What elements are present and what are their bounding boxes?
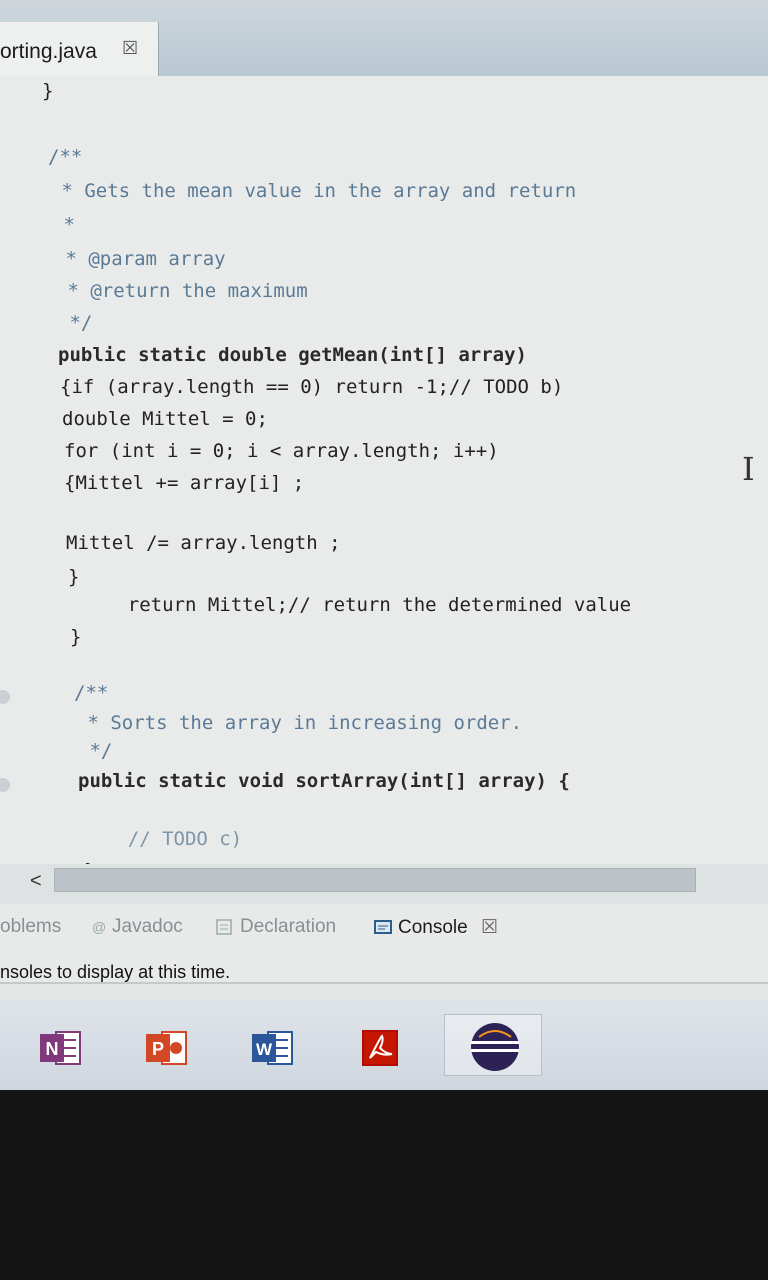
code-line: Mittel /= array.length ; <box>66 532 341 554</box>
tab-problems[interactable]: oblems <box>0 916 61 938</box>
scroll-left-arrow-icon[interactable]: < <box>30 870 42 893</box>
taskbar-powerpoint[interactable]: P <box>140 1020 196 1076</box>
onenote-letter: N <box>46 1039 59 1059</box>
bottom-views-panel: oblems @ Javadoc Declaration Console ☒ ns… <box>0 904 768 984</box>
tab-console[interactable]: Console ☒ <box>374 916 498 939</box>
monitor-bezel <box>0 1090 768 1280</box>
eclipse-icon <box>471 1023 519 1071</box>
desktop-screen: orting.java ☒ } /** * Gets the mean valu… <box>0 0 768 1090</box>
code-line: * <box>52 214 75 236</box>
console-message: nsoles to display at this time. <box>0 962 231 982</box>
code-line: * Gets the mean value in the array and r… <box>50 180 577 202</box>
fold-marker-icon[interactable] <box>0 690 10 704</box>
tab-declaration-label: Declaration <box>240 916 337 937</box>
code-line: public static void sortArray(int[] array… <box>78 770 570 792</box>
console-close-icon[interactable]: ☒ <box>481 917 498 938</box>
code-line: } <box>70 626 82 648</box>
taskbar-eclipse[interactable] <box>444 1014 542 1076</box>
declaration-icon <box>216 919 232 935</box>
onenote-icon: N <box>40 1031 81 1065</box>
code-line: /** <box>74 682 109 704</box>
code-line: */ <box>58 312 93 334</box>
code-line: public static double getMean(int[] array… <box>58 344 527 366</box>
console-icon <box>374 919 392 934</box>
javadoc-icon: @ <box>92 918 107 935</box>
scrollbar-thumb[interactable] <box>54 868 696 892</box>
code-line: {if (array.length == 0) return -1;// TOD… <box>60 376 564 398</box>
tab-problems-label: oblems <box>0 916 62 937</box>
code-line: // TODO c) <box>82 828 243 850</box>
code-line: } <box>68 566 80 588</box>
word-letter: W <box>256 1040 273 1059</box>
code-line: * @param array <box>54 248 226 270</box>
fold-marker-icon[interactable] <box>0 778 10 792</box>
tab-console-label: Console <box>398 917 468 938</box>
close-icon[interactable]: ☒ <box>122 38 138 59</box>
code-line: return Mittel;// return the determined v… <box>82 594 632 616</box>
code-line: double Mittel = 0; <box>62 408 268 430</box>
powerpoint-icon: P <box>146 1031 187 1065</box>
code-editor[interactable]: } /** * Gets the mean value in the array… <box>0 76 768 876</box>
code-line: * @return the maximum <box>56 280 308 302</box>
tab-javadoc[interactable]: @ Javadoc <box>92 916 183 938</box>
editor-tab-bar: orting.java ☒ <box>0 0 768 76</box>
horizontal-scrollbar[interactable]: < <box>0 864 768 904</box>
taskbar-word[interactable]: W <box>246 1020 302 1076</box>
code-line: /** <box>48 146 83 168</box>
code-line: * Sorts the array in increasing order. <box>76 712 523 734</box>
powerpoint-letter: P <box>152 1039 164 1059</box>
code-area[interactable]: } /** * Gets the mean value in the array… <box>0 76 768 876</box>
adobe-reader-icon <box>362 1030 398 1066</box>
text-cursor-icon: I <box>742 450 755 488</box>
taskbar-adobe-reader[interactable] <box>352 1020 408 1076</box>
code-line: } <box>42 80 54 102</box>
panel-divider <box>0 982 768 984</box>
tab-javadoc-label: Javadoc <box>112 916 183 937</box>
editor-tab[interactable]: orting.java ☒ <box>0 22 159 76</box>
word-icon: W <box>252 1031 293 1065</box>
taskbar-onenote[interactable]: N <box>34 1020 90 1076</box>
taskbar: N P W <box>0 1000 768 1090</box>
code-line: */ <box>78 740 113 762</box>
tab-declaration[interactable]: Declaration <box>216 916 336 938</box>
code-line: {Mittel += array[i] ; <box>64 472 305 494</box>
editor-tab-title: orting.java <box>0 40 97 63</box>
code-line: for (int i = 0; i < array.length; i++) <box>64 440 499 462</box>
